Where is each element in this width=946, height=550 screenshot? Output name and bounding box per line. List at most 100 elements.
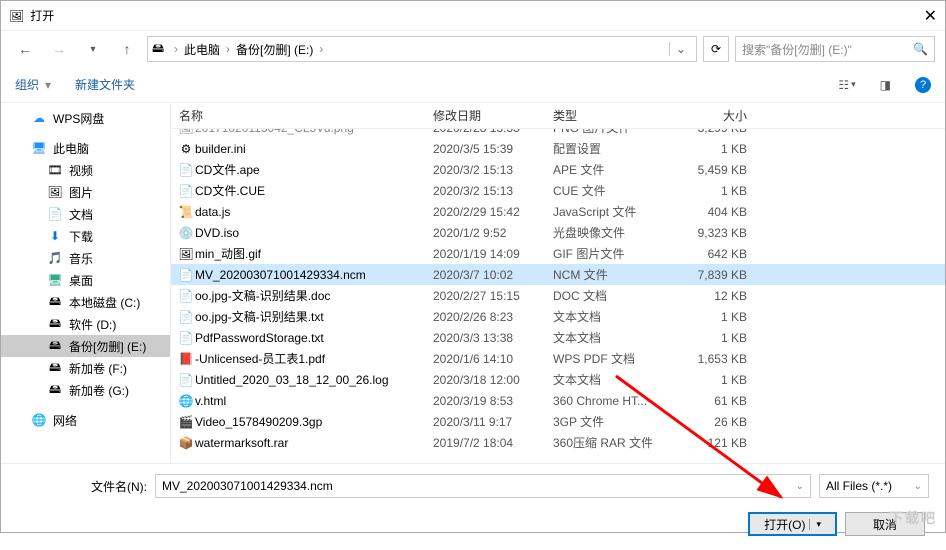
- cell-type: APE 文件: [553, 161, 673, 178]
- close-icon[interactable]: ✕: [907, 6, 937, 26]
- filename-input[interactable]: MV_202003071001429334.ncm ⌄: [155, 474, 811, 498]
- back-button[interactable]: ←: [11, 35, 39, 63]
- table-row[interactable]: 📜data.js2020/2/29 15:42JavaScript 文件404 …: [171, 201, 945, 222]
- cell-type: DOC 文档: [553, 287, 673, 304]
- column-type[interactable]: 类型: [553, 107, 673, 124]
- sidebar-item-label: 此电脑: [53, 140, 89, 157]
- file-icon: 📄: [177, 331, 195, 345]
- breadcrumb-dropdown[interactable]: ⌄: [669, 42, 692, 56]
- sidebar-item-icon: 🖴: [47, 336, 63, 357]
- recent-dropdown[interactable]: ▾: [79, 35, 107, 63]
- drive-icon: 🖴: [152, 39, 168, 60]
- sidebar-item-label: 文档: [69, 206, 93, 223]
- table-row[interactable]: 💿DVD.iso2020/1/2 9:52光盘映像文件9,323 KB: [171, 222, 945, 243]
- cell-date: 2020/2/26 8:23: [433, 310, 553, 324]
- breadcrumb[interactable]: 🖴 › 此电脑 › 备份[勿删] (E:) › ⌄: [147, 36, 697, 62]
- cancel-button[interactable]: 取消: [845, 512, 925, 536]
- table-row[interactable]: ⚙builder.ini2020/3/5 15:39配置设置1 KB: [171, 138, 945, 159]
- sidebar-item[interactable]: ⬇下载: [1, 225, 170, 247]
- sidebar-item-label: 新加卷 (G:): [69, 382, 129, 399]
- sidebar-item[interactable]: 🖴软件 (D:): [1, 313, 170, 335]
- cell-name: 20171020113042_CL5Vu.png: [195, 129, 433, 135]
- new-folder-button[interactable]: 新建文件夹: [75, 76, 135, 93]
- cell-size: 1 KB: [673, 373, 753, 387]
- sidebar-item[interactable]: 🎵音乐: [1, 247, 170, 269]
- sidebar-item-label: 网络: [53, 412, 77, 429]
- cell-name: Untitled_2020_03_18_12_00_26.log: [195, 373, 433, 387]
- sidebar-item-label: 软件 (D:): [69, 316, 116, 333]
- cell-type: 3GP 文件: [553, 413, 673, 430]
- sidebar-item-network[interactable]: 🌐 网络: [1, 409, 170, 431]
- cell-type: 360 Chrome HT...: [553, 394, 673, 408]
- table-row[interactable]: 📕-Unlicensed-员工表1.pdf2020/1/6 14:10WPS P…: [171, 348, 945, 369]
- window-title: 打开: [30, 7, 907, 24]
- cell-type: JavaScript 文件: [553, 203, 673, 220]
- table-row[interactable]: 🖼min_动图.gif2020/1/19 14:09GIF 图片文件642 KB: [171, 243, 945, 264]
- network-icon: 🌐: [31, 413, 47, 427]
- chevron-right-icon: ›: [315, 42, 327, 56]
- filter-value: All Files (*.*): [826, 479, 892, 493]
- up-button[interactable]: ↑: [113, 35, 141, 63]
- cell-date: 2020/3/7 10:02: [433, 268, 553, 282]
- sidebar-item[interactable]: 🖴新加卷 (F:): [1, 357, 170, 379]
- navbar: ← → ▾ ↑ 🖴 › 此电脑 › 备份[勿删] (E:) › ⌄ ⟳ 搜索"备…: [1, 31, 945, 67]
- cell-date: 2020/1/6 14:10: [433, 352, 553, 366]
- help-icon[interactable]: ?: [915, 77, 931, 93]
- cell-date: 2020/3/11 9:17: [433, 415, 553, 429]
- table-row[interactable]: 📄CD文件.ape2020/3/2 15:13APE 文件5,459 KB: [171, 159, 945, 180]
- sidebar-item[interactable]: 🎞视频: [1, 159, 170, 181]
- table-row[interactable]: 📄PdfPasswordStorage.txt2020/3/3 13:38文本文…: [171, 327, 945, 348]
- cell-name: MV_202003071001429334.ncm: [195, 268, 433, 282]
- forward-button[interactable]: →: [45, 35, 73, 63]
- sidebar-item[interactable]: 🖴新加卷 (G:): [1, 379, 170, 401]
- sidebar-item-thispc[interactable]: 🖥 此电脑: [1, 137, 170, 159]
- view-button[interactable]: ☷ ▾: [838, 78, 855, 92]
- sidebar-item[interactable]: 🖼图片: [1, 181, 170, 203]
- cell-size: 1 KB: [673, 331, 753, 345]
- sidebar-item[interactable]: 📄文档: [1, 203, 170, 225]
- open-button[interactable]: 打开(O) ▾: [748, 512, 837, 536]
- search-input[interactable]: 搜索"备份[勿删] (E:)" 🔍: [735, 36, 935, 62]
- table-row[interactable]: 📄oo.jpg-文稿-识别结果.doc2020/2/27 15:15DOC 文档…: [171, 285, 945, 306]
- table-row[interactable]: 🎬Video_1578490209.3gp2020/3/11 9:173GP 文…: [171, 411, 945, 432]
- column-date[interactable]: 修改日期: [433, 107, 553, 124]
- file-icon: 📜: [177, 205, 195, 219]
- sidebar-item-wps[interactable]: ☁ WPS网盘: [1, 107, 170, 129]
- table-row[interactable]: 📄oo.jpg-文稿-识别结果.txt2020/2/26 8:23文本文档1 K…: [171, 306, 945, 327]
- chevron-down-icon: ▾: [809, 519, 821, 530]
- cell-name: min_动图.gif: [195, 245, 433, 262]
- cell-size: 7,839 KB: [673, 268, 753, 282]
- search-icon: 🔍: [913, 42, 928, 56]
- table-row[interactable]: 📦watermarksoft.rar2019/7/2 18:04360压缩 RA…: [171, 432, 945, 453]
- cell-type: GIF 图片文件: [553, 245, 673, 262]
- table-row[interactable]: 📄Untitled_2020_03_18_12_00_26.log2020/3/…: [171, 369, 945, 390]
- chevron-down-icon[interactable]: ⌄: [796, 481, 804, 492]
- table-row[interactable]: 🌐v.html2020/3/19 8:53360 Chrome HT...61 …: [171, 390, 945, 411]
- breadcrumb-item[interactable]: 备份[勿删] (E:): [236, 41, 313, 58]
- column-name[interactable]: 名称: [177, 107, 433, 124]
- sidebar-item-label: 视频: [69, 162, 93, 179]
- refresh-button[interactable]: ⟳: [703, 36, 729, 62]
- organize-menu[interactable]: 组织: [15, 76, 39, 93]
- cell-type: 360压缩 RAR 文件: [553, 434, 673, 451]
- table-row[interactable]: 📄CD文件.CUE2020/3/2 15:13CUE 文件1 KB: [171, 180, 945, 201]
- column-size[interactable]: 大小: [673, 107, 753, 124]
- cell-name: oo.jpg-文稿-识别结果.doc: [195, 287, 433, 304]
- filter-dropdown[interactable]: All Files (*.*) ⌄: [819, 474, 929, 498]
- sidebar-item[interactable]: 🖥桌面: [1, 269, 170, 291]
- cell-size: 12 KB: [673, 289, 753, 303]
- breadcrumb-item[interactable]: 此电脑: [184, 41, 220, 58]
- column-headers: 名称 修改日期 类型 大小: [171, 103, 945, 129]
- app-icon: 🖼: [9, 9, 24, 23]
- cell-size: 1 KB: [673, 184, 753, 198]
- search-placeholder: 搜索"备份[勿删] (E:)": [742, 41, 852, 58]
- preview-button[interactable]: ◨: [880, 78, 891, 92]
- sidebar-item[interactable]: 🖴本地磁盘 (C:): [1, 291, 170, 313]
- table-row[interactable]: 📄MV_202003071001429334.ncm2020/3/7 10:02…: [171, 264, 945, 285]
- cell-date: 2020/2/28 13:35: [433, 129, 553, 135]
- sidebar-item-icon: 🖥: [47, 273, 63, 287]
- table-row[interactable]: 🖼20171020113042_CL5Vu.png2020/2/28 13:35…: [171, 129, 945, 138]
- chevron-down-icon: ▾: [45, 78, 51, 92]
- sidebar-item[interactable]: 🖴备份[勿删] (E:): [1, 335, 170, 357]
- cell-size: 121 KB: [673, 436, 753, 450]
